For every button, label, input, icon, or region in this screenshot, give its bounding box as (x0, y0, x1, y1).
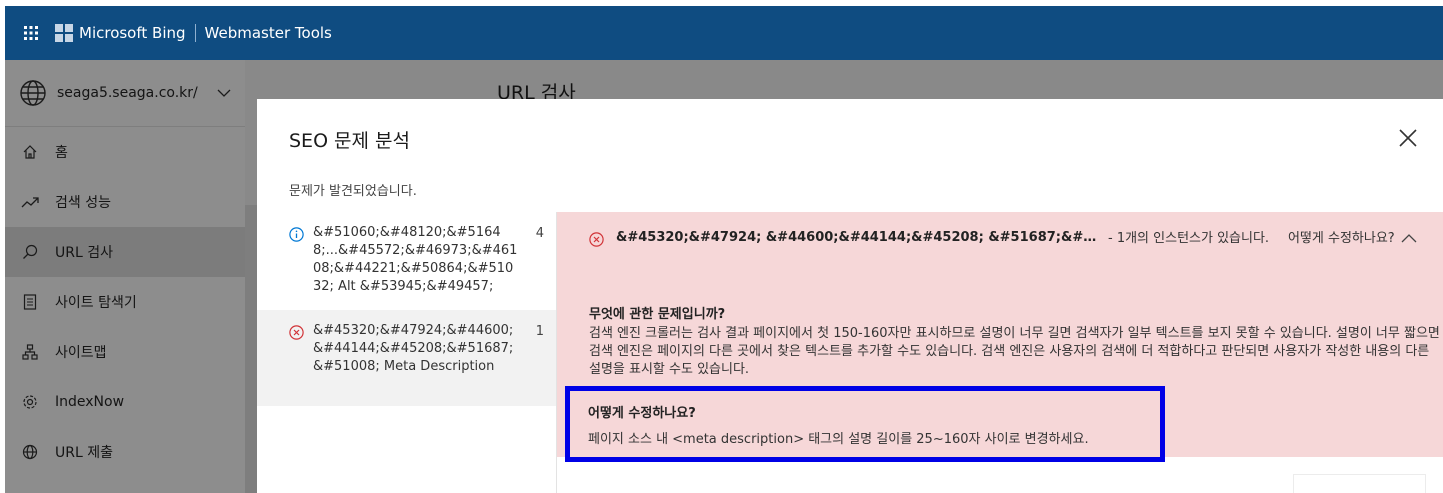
sidebar-item-label: 사이트 탐색기 (55, 295, 137, 311)
sidebar-item-home[interactable]: 홈 (5, 127, 245, 177)
site-globe-icon (20, 80, 46, 106)
site-name: seaga5.seaga.co.kr/ (57, 85, 198, 101)
sidebar-item-url-inspection[interactable]: URL 검사 (5, 227, 245, 277)
sidebar-item-sitemaps[interactable]: 사이트맵 (5, 327, 245, 377)
issue-detail-panel: &#45320;&#47924; &#44600;&#44144;&#45208… (556, 212, 1443, 493)
app-header: Microsoft Bing Webmaster Tools (5, 6, 1443, 60)
instance-count: - 1개의 인스턴스가 있습니다. (1108, 231, 1270, 246)
how-to-fix-highlight: 어떻게 수정하나요? 페이지 소스 내 <meta description> 태… (565, 386, 1165, 462)
issue-item-missing-alt[interactable]: &#51060;&#48120;&#51648;...&#45572;&#469… (257, 212, 556, 310)
brand-logo[interactable]: Microsoft Bing Webmaster Tools (55, 24, 332, 42)
seo-analysis-dialog: SEO 문제 분석 문제가 발견되었습니다. &#51060;&#48120;&… (257, 99, 1443, 493)
issue-list: &#51060;&#48120;&#51648;...&#45572;&#469… (257, 212, 556, 406)
document-icon (21, 293, 39, 311)
site-selector[interactable]: seaga5.seaga.co.kr/ (5, 60, 245, 127)
info-icon (289, 227, 304, 242)
sidebar-item-label: IndexNow (55, 394, 125, 410)
issue-detail-header[interactable]: &#45320;&#47924; &#44600;&#44144;&#45208… (589, 230, 1429, 248)
sidebar-item-label: URL 검사 (55, 245, 113, 261)
search-icon (21, 243, 39, 261)
globe-icon (21, 443, 39, 461)
sidebar-item-url-submission[interactable]: URL 제출 (5, 427, 245, 477)
microsoft-logo-icon (55, 24, 73, 42)
dialog-title: SEO 문제 분석 (289, 130, 411, 152)
how-to-fix-text: 페이지 소스 내 <meta description> 태그의 설명 길이를 2… (588, 432, 1089, 447)
sidebar-item-label: 홈 (55, 145, 68, 161)
sidebar-item-site-explorer[interactable]: 사이트 탐색기 (5, 277, 245, 327)
issue-label: &#45320;&#47924;&#44600;&#44144;&#45208;… (313, 323, 514, 374)
trend-icon (21, 193, 39, 211)
error-icon (589, 232, 604, 247)
header-divider (194, 24, 196, 42)
sidebar-item-search-performance[interactable]: 검색 성능 (5, 177, 245, 227)
close-icon (1399, 129, 1417, 147)
brand-name: Microsoft Bing (79, 24, 186, 42)
issue-detail-name: &#45320;&#47924; &#44600;&#44144;&#45208… (616, 230, 1098, 245)
issue-count: 1 (535, 324, 544, 339)
chevron-down-icon[interactable] (217, 89, 231, 97)
sidebar: seaga5.seaga.co.kr/ 홈 검색 성능 URL 검사 사이트 탐… (5, 60, 245, 493)
sidebar-item-label: 사이트맵 (55, 345, 107, 361)
sidebar-item-indexnow[interactable]: IndexNow (5, 377, 245, 427)
floating-panel (1293, 474, 1426, 493)
home-icon (21, 143, 39, 161)
background-card (245, 205, 257, 493)
sidebar-item-label: 검색 성능 (55, 195, 111, 211)
issue-label: &#51060;&#48120;&#51648;...&#45572;&#469… (313, 225, 518, 294)
gear-icon (21, 393, 39, 411)
sitemap-icon (21, 343, 39, 361)
what-is-issue-text: 검색 엔진 크롤러는 검사 결과 페이지에서 첫 150-160자만 표시하므로… (589, 326, 1440, 377)
dialog-subtitle: 문제가 발견되었습니다. (289, 184, 417, 199)
product-name: Webmaster Tools (204, 24, 332, 42)
issue-count: 4 (535, 226, 544, 241)
app-launcher-icon[interactable] (13, 6, 49, 60)
how-to-fix-heading: 어떻게 수정하나요? (588, 406, 696, 421)
what-is-issue-heading: 무엇에 관한 문제입니까? (589, 307, 726, 322)
how-to-fix-link[interactable]: 어떻게 수정하나요? (1288, 230, 1395, 248)
chevron-up-icon[interactable] (1401, 234, 1417, 243)
error-icon (289, 325, 304, 340)
close-button[interactable] (1396, 126, 1420, 150)
issue-item-meta-description[interactable]: &#45320;&#47924;&#44600;&#44144;&#45208;… (257, 310, 556, 406)
sidebar-item-label: URL 제출 (55, 445, 113, 461)
